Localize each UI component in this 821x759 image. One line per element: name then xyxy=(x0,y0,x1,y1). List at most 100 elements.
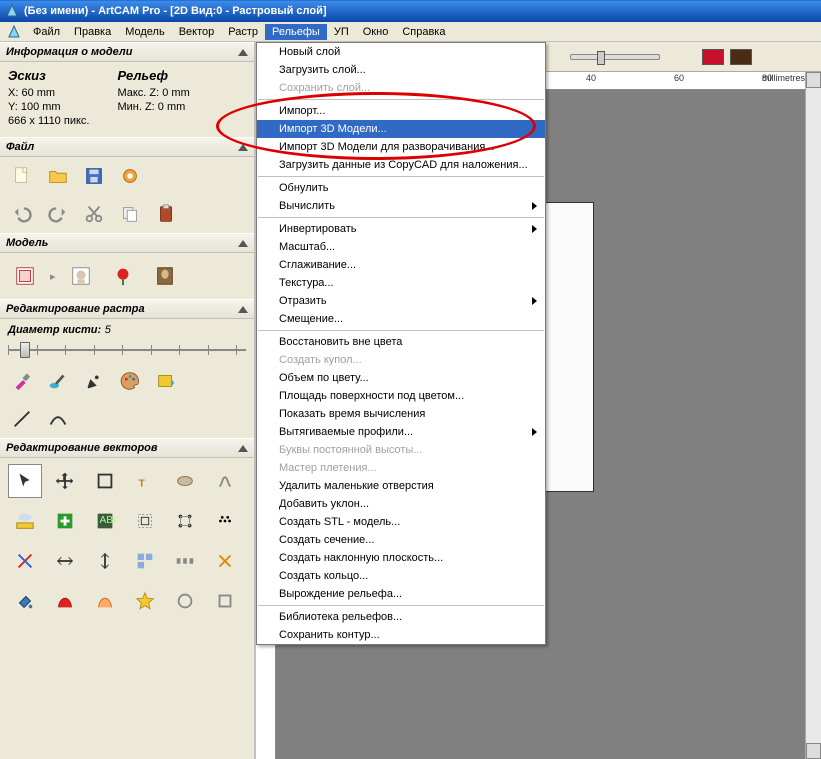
distribute-icon[interactable] xyxy=(168,544,202,578)
menu-vector[interactable]: Вектор xyxy=(172,24,222,40)
menu-item[interactable]: Вытягиваемые профили... xyxy=(257,423,545,441)
menu-item[interactable]: Сохранить контур... xyxy=(257,626,545,644)
scroll-up-icon[interactable] xyxy=(806,72,821,88)
pointer-icon[interactable] xyxy=(8,464,42,498)
menu-item[interactable]: Создать STL - модель... xyxy=(257,513,545,531)
menu-item[interactable]: Удалить маленькие отверстия xyxy=(257,477,545,495)
grid-icon[interactable]: ABC xyxy=(88,504,122,538)
ruler-label: 60 xyxy=(674,73,684,83)
brush-cyan-icon[interactable] xyxy=(44,368,72,394)
menu-item[interactable]: Импорт... xyxy=(257,102,545,120)
collapse-icon[interactable] xyxy=(238,49,248,56)
menu-model[interactable]: Модель xyxy=(118,24,171,40)
measure-icon[interactable] xyxy=(8,504,42,538)
menu-item[interactable]: Смещение... xyxy=(257,310,545,328)
menu-item[interactable]: Объем по цвету... xyxy=(257,369,545,387)
save-disk-icon[interactable] xyxy=(80,163,108,189)
menu-item[interactable]: Вычислить xyxy=(257,197,545,215)
panel-info-header[interactable]: Информация о модели xyxy=(0,42,254,62)
menu-item[interactable]: Сглаживание... xyxy=(257,256,545,274)
panel-raster-title: Редактирование растра xyxy=(6,303,145,315)
menu-item[interactable]: Показать время вычисления xyxy=(257,405,545,423)
snap-icon[interactable] xyxy=(208,544,242,578)
menu-item[interactable]: Текстура... xyxy=(257,274,545,292)
menu-item[interactable]: Обнулить xyxy=(257,179,545,197)
menu-item[interactable]: Импорт 3D Модели... xyxy=(257,120,545,138)
panel-model-header[interactable]: Модель xyxy=(0,233,254,253)
star-icon[interactable] xyxy=(128,584,162,618)
zoom-slider[interactable] xyxy=(570,54,660,60)
relief-layers-icon[interactable] xyxy=(8,259,42,293)
dots-icon[interactable] xyxy=(208,504,242,538)
collapse-icon[interactable] xyxy=(238,240,248,247)
menu-item[interactable]: Загрузить данные из CopyCAD для наложени… xyxy=(257,156,545,174)
align-h-icon[interactable] xyxy=(48,544,82,578)
nodes-icon[interactable] xyxy=(168,504,202,538)
color2-icon[interactable] xyxy=(88,584,122,618)
effect2-icon[interactable] xyxy=(208,584,242,618)
menu-item[interactable]: Добавить уклон... xyxy=(257,495,545,513)
arrange-icon[interactable] xyxy=(128,544,162,578)
menu-help[interactable]: Справка xyxy=(395,24,452,40)
menu-item[interactable]: Площадь поверхности под цветом... xyxy=(257,387,545,405)
menu-item[interactable]: Импорт 3D Модели для разворачивания... xyxy=(257,138,545,156)
menu-item[interactable]: Вырождение рельефа... xyxy=(257,585,545,603)
menu-file[interactable]: Файл xyxy=(26,24,67,40)
menu-item[interactable]: Библиотека рельефов... xyxy=(257,608,545,626)
move-icon[interactable] xyxy=(48,464,82,498)
color-swatch-2[interactable] xyxy=(730,49,752,65)
break-icon[interactable] xyxy=(8,544,42,578)
collapse-icon[interactable] xyxy=(238,306,248,313)
curve-tool-icon[interactable] xyxy=(44,406,72,432)
menu-raster[interactable]: Растр xyxy=(221,24,265,40)
color1-icon[interactable] xyxy=(48,584,82,618)
menu-item[interactable]: Новый слой xyxy=(257,43,545,61)
menu-item[interactable]: Отразить xyxy=(257,292,545,310)
menu-item[interactable]: Инвертировать xyxy=(257,220,545,238)
brush-magenta-icon[interactable] xyxy=(8,368,36,394)
monalisa-icon[interactable] xyxy=(148,259,182,293)
menu-item[interactable]: Создать наклонную плоскость... xyxy=(257,549,545,567)
align-v-icon[interactable] xyxy=(88,544,122,578)
redo-icon[interactable] xyxy=(44,201,72,227)
open-folder-icon[interactable] xyxy=(44,163,72,189)
panel-file-header[interactable]: Файл xyxy=(0,137,254,157)
special1-icon[interactable] xyxy=(168,464,202,498)
effect1-icon[interactable] xyxy=(168,584,202,618)
brush-slider[interactable] xyxy=(8,340,246,360)
menu-window[interactable]: Окно xyxy=(356,24,396,40)
plus-green-icon[interactable] xyxy=(48,504,82,538)
collapse-icon[interactable] xyxy=(238,445,248,452)
text-tool-icon[interactable]: T xyxy=(128,464,162,498)
panel-vectors-header[interactable]: Редактирование векторов xyxy=(0,438,254,458)
menu-item[interactable]: Восстановить вне цвета xyxy=(257,333,545,351)
panel-raster-header[interactable]: Редактирование растра xyxy=(0,299,254,319)
transform-icon[interactable] xyxy=(128,504,162,538)
scroll-down-icon[interactable] xyxy=(806,743,821,759)
menu-toolpaths[interactable]: УП xyxy=(327,24,356,40)
pen-icon[interactable] xyxy=(80,368,108,394)
palette-icon[interactable] xyxy=(116,368,144,394)
color-swatch-1[interactable] xyxy=(702,49,724,65)
rect-select-icon[interactable] xyxy=(88,464,122,498)
special2-icon[interactable] xyxy=(208,464,242,498)
fill-icon[interactable] xyxy=(152,368,180,394)
undo-icon[interactable] xyxy=(8,201,36,227)
rose-relief-icon[interactable] xyxy=(106,259,140,293)
menu-item[interactable]: Масштаб... xyxy=(257,238,545,256)
menu-item[interactable]: Создать кольцо... xyxy=(257,567,545,585)
menu-item[interactable]: Загрузить слой... xyxy=(257,61,545,79)
menu-reliefs[interactable]: Рельефы xyxy=(265,24,327,40)
options-gear-icon[interactable] xyxy=(116,163,144,189)
paint-bucket-icon[interactable] xyxy=(8,584,42,618)
menu-edit[interactable]: Правка xyxy=(67,24,118,40)
face-relief-icon[interactable] xyxy=(64,259,98,293)
collapse-icon[interactable] xyxy=(238,144,248,151)
new-file-icon[interactable] xyxy=(8,163,36,189)
vertical-scrollbar[interactable] xyxy=(805,72,821,759)
menu-item[interactable]: Создать сечение... xyxy=(257,531,545,549)
paste-clipboard-icon[interactable] xyxy=(152,201,180,227)
copy-icon[interactable] xyxy=(116,201,144,227)
cut-scissors-icon[interactable] xyxy=(80,201,108,227)
line-tool-icon[interactable] xyxy=(8,406,36,432)
